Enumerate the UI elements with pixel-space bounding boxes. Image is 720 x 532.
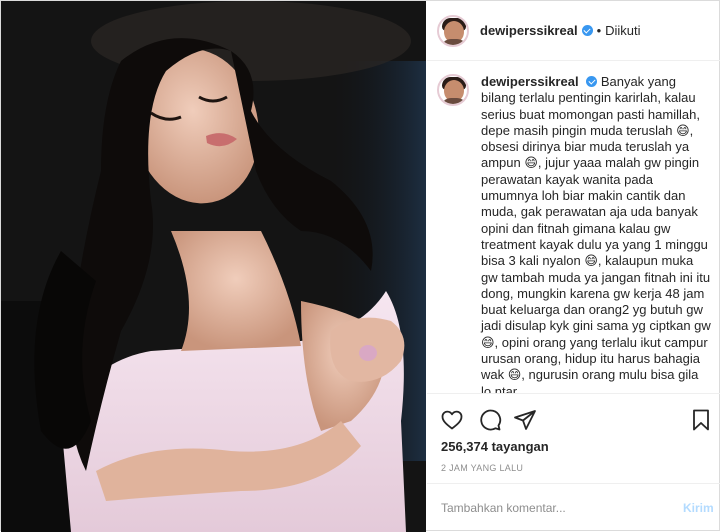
header-separator: • <box>596 23 602 38</box>
heart-icon[interactable] <box>440 408 464 432</box>
share-icon[interactable] <box>513 408 537 432</box>
caption-username[interactable]: dewiperssikreal <box>481 74 579 89</box>
post-timestamp[interactable]: 2 JAM YANG LALU <box>441 463 523 473</box>
header-username[interactable]: dewiperssikreal <box>480 23 578 38</box>
verified-badge-icon <box>586 76 598 87</box>
verified-badge-icon <box>581 25 593 36</box>
caption-avatar[interactable] <box>437 74 469 106</box>
comment-icon[interactable] <box>478 408 502 432</box>
post-photo-illustration <box>1 1 426 532</box>
comment-form: Kirim <box>427 483 720 532</box>
follow-status-button[interactable]: Diikuti <box>605 23 640 38</box>
post-side-panel: dewiperssikreal • Diikuti dewiperssikrea… <box>427 1 720 532</box>
caption-body: Banyak yang bilang terlalu pentingin kar… <box>481 74 711 393</box>
post-comment-button[interactable]: Kirim <box>683 501 714 515</box>
caption-area: dewiperssikreal Banyak yang bilang terla… <box>427 62 720 393</box>
caption-text: dewiperssikreal Banyak yang bilang terla… <box>481 74 711 393</box>
bookmark-icon[interactable] <box>689 408 713 432</box>
view-count[interactable]: 256,374 tayangan <box>441 439 549 454</box>
caption-row: dewiperssikreal Banyak yang bilang terla… <box>437 74 711 393</box>
post-photo[interactable] <box>1 1 426 532</box>
post-dialog: dewiperssikreal • Diikuti dewiperssikrea… <box>0 0 720 532</box>
avatar[interactable] <box>437 14 469 47</box>
post-actions: 256,374 tayangan 2 JAM YANG LALU Kirim <box>427 393 720 531</box>
comment-input[interactable] <box>441 501 677 515</box>
post-header: dewiperssikreal • Diikuti <box>427 1 720 61</box>
